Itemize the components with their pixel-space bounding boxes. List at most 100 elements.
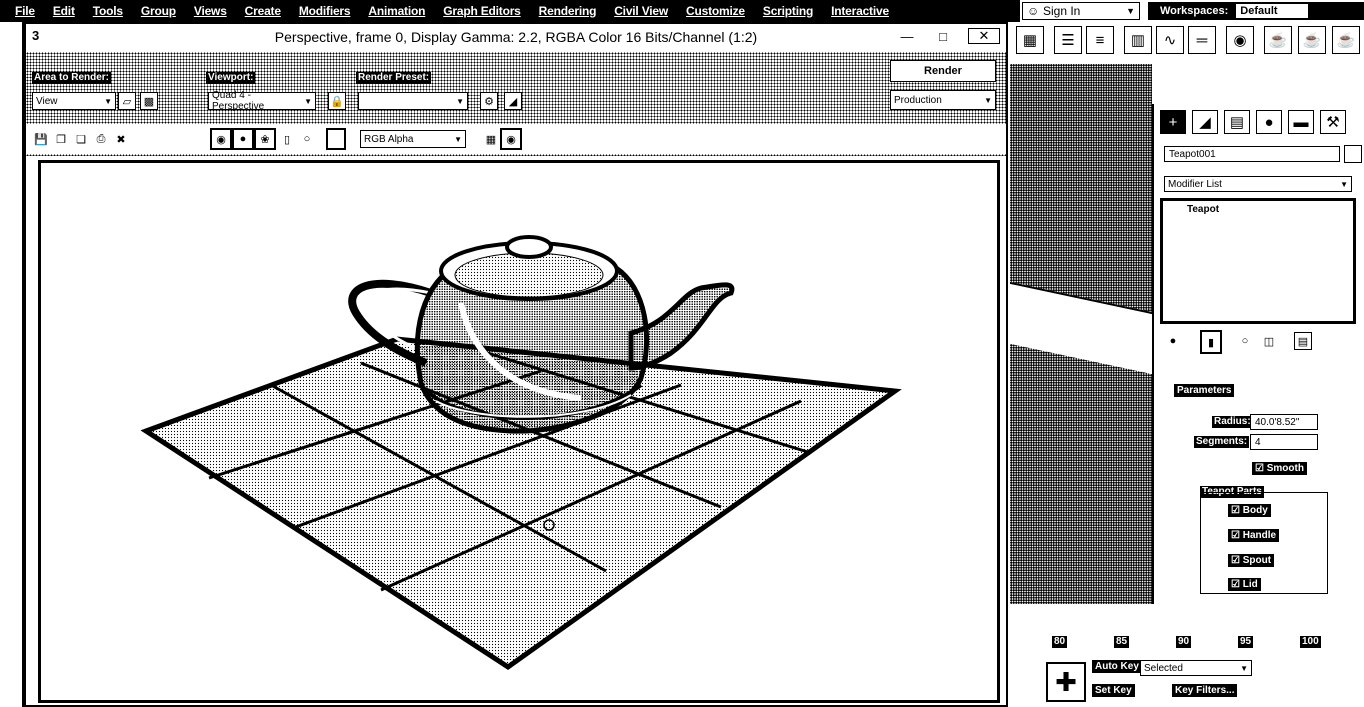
set-key-button[interactable]: Set Key: [1092, 684, 1135, 697]
menu-file[interactable]: File: [6, 4, 44, 18]
configure-sets-icon[interactable]: ▤: [1294, 332, 1312, 350]
window-title: Perspective, frame 0, Display Gamma: 2.2…: [274, 29, 758, 45]
auto-region-icon[interactable]: ▩: [140, 92, 158, 110]
select-link-icon[interactable]: ▦: [1016, 26, 1044, 54]
render-production-icon[interactable]: ☕: [1332, 26, 1360, 54]
stack-item-teapot[interactable]: Teapot: [1167, 203, 1347, 217]
alpha-channel-icon[interactable]: ▯: [278, 130, 296, 148]
timeline-tick: 95: [1238, 636, 1254, 648]
render-controls-panel: Area to Render: View ▼ ▱ ▩ Viewport: Qua…: [26, 52, 1006, 156]
radius-spinner[interactable]: 40.0'8.52": [1250, 414, 1318, 430]
menu-edit[interactable]: Edit: [44, 4, 84, 18]
modify-tab-icon[interactable]: ◢: [1192, 110, 1218, 134]
blue-channel-icon[interactable]: ❀: [254, 128, 276, 150]
motion-tab-icon[interactable]: ●: [1256, 110, 1282, 134]
body-checkbox[interactable]: ☑ Body: [1228, 504, 1271, 517]
copy-image-icon[interactable]: ❐: [52, 130, 70, 148]
key-mode-plus-icon[interactable]: ✚: [1046, 662, 1086, 702]
area-to-render-dropdown[interactable]: View ▼: [32, 92, 116, 110]
render-setup-icon[interactable]: ⚙: [480, 92, 498, 110]
clone-window-icon[interactable]: ❏: [72, 130, 90, 148]
ribbon-icon[interactable]: ▥: [1124, 26, 1152, 54]
menu-graph-editors[interactable]: Graph Editors: [434, 4, 529, 18]
material-editor-icon[interactable]: ◉: [1226, 26, 1254, 54]
menu-tools[interactable]: Tools: [84, 4, 132, 18]
selected-value: Selected: [1144, 662, 1183, 674]
production-dropdown[interactable]: Production ▼: [890, 90, 996, 110]
sign-in-dropdown[interactable]: ☺ Sign In ▼: [1022, 2, 1140, 20]
channel-value: RGB Alpha: [364, 133, 414, 145]
menu-modifiers[interactable]: Modifiers: [290, 4, 360, 18]
layer-list-icon[interactable]: ☰: [1054, 26, 1082, 54]
segments-spinner[interactable]: 4: [1250, 434, 1318, 450]
parameters-rollout-title: Parameters: [1174, 384, 1235, 397]
dope-sheet-icon[interactable]: ═: [1188, 26, 1216, 54]
menu-interactive[interactable]: Interactive: [822, 4, 898, 18]
command-panel: + ◢ ▤ ● ▬ ⚒ Teapot001 Modifier List ▼ Te…: [1152, 104, 1364, 604]
close-button[interactable]: ✕: [968, 28, 1000, 44]
print-image-icon[interactable]: ⎙: [92, 130, 110, 148]
key-filters-button[interactable]: Key Filters...: [1172, 684, 1238, 697]
swatch-icon[interactable]: [326, 128, 346, 150]
timeline-area: 80 85 90 95 100 ✚ Auto Key Set Key Selec…: [1010, 604, 1364, 707]
minimize-button[interactable]: —: [896, 29, 918, 44]
remove-modifier-icon[interactable]: ◫: [1260, 332, 1278, 350]
teapot-knob: [505, 235, 553, 259]
menu-scripting[interactable]: Scripting: [754, 4, 822, 18]
lock-viewport-icon[interactable]: 🔒: [328, 92, 346, 110]
channel-dropdown[interactable]: RGB Alpha ▼: [360, 130, 466, 148]
red-channel-icon[interactable]: ◉: [210, 128, 232, 150]
left-toolbar-strip: [0, 22, 24, 707]
rendered-frame-icon[interactable]: ☕: [1298, 26, 1326, 54]
lid-checkbox[interactable]: ☑ Lid: [1228, 578, 1261, 591]
render-preset-dropdown[interactable]: ▼: [358, 92, 468, 110]
hierarchy-tab-icon[interactable]: ▤: [1224, 110, 1250, 134]
make-unique-icon[interactable]: ○: [1236, 332, 1254, 350]
modifier-list-dropdown[interactable]: Modifier List ▼: [1164, 176, 1352, 192]
radius-value: 40.0'8.52": [1255, 416, 1300, 428]
rendered-frame-window: 3 Perspective, frame 0, Display Gamma: 2…: [24, 22, 1008, 707]
display-tab-icon[interactable]: ▬: [1288, 110, 1314, 134]
scene-explorer-icon[interactable]: ≡: [1086, 26, 1114, 54]
save-image-icon[interactable]: 💾: [32, 130, 50, 148]
viewport-dropdown[interactable]: Quad 4 - Perspective ▼: [208, 90, 316, 112]
render-button[interactable]: Render: [890, 60, 996, 82]
smooth-checkbox[interactable]: ☑ Smooth: [1252, 462, 1307, 475]
key-selection-dropdown[interactable]: Selected ▼: [1140, 660, 1252, 676]
handle-checkbox[interactable]: ☑ Handle: [1228, 529, 1280, 542]
render-toolbar-row: 💾 ❐ ❏ ⎙ ✖ ◉ ● ❀ ▯ ○ RGB Alpha ▼ ▦ ◉: [26, 124, 1006, 154]
edit-region-icon[interactable]: ▱: [118, 92, 136, 110]
viewport-value: Quad 4 - Perspective: [212, 90, 265, 112]
clear-image-icon[interactable]: ✖: [112, 130, 130, 148]
curve-editor-icon[interactable]: ∿: [1156, 26, 1184, 54]
toggle-ui-overlay-icon[interactable]: ▦: [482, 130, 500, 148]
object-name: Teapot001: [1169, 148, 1216, 160]
pin-stack-icon[interactable]: ●: [1164, 332, 1182, 350]
menu-civil-view[interactable]: Civil View: [605, 4, 677, 18]
utilities-tab-icon[interactable]: ⚒: [1320, 110, 1346, 134]
render-preset-label: Render Preset:: [356, 72, 432, 84]
menu-animation[interactable]: Animation: [359, 4, 434, 18]
maximize-button[interactable]: □: [932, 29, 954, 44]
show-end-result-icon[interactable]: ▮: [1200, 330, 1222, 354]
chevron-down-icon: ▼: [1340, 179, 1348, 189]
auto-key-button[interactable]: Auto Key: [1092, 660, 1142, 673]
segments-label: Segments:: [1194, 436, 1250, 448]
menu-views[interactable]: Views: [185, 4, 236, 18]
menu-group[interactable]: Group: [132, 4, 185, 18]
toggle-ui-icon[interactable]: ◉: [500, 128, 522, 150]
parameters-rollout-header[interactable]: Parameters: [1164, 384, 1344, 398]
green-channel-icon[interactable]: ●: [232, 128, 254, 150]
app-logo-icon: 3: [32, 28, 40, 43]
menu-rendering[interactable]: Rendering: [530, 4, 606, 18]
create-tab-icon[interactable]: +: [1160, 110, 1186, 134]
render-setup-icon[interactable]: ☕: [1264, 26, 1292, 54]
environment-effects-icon[interactable]: ◢: [504, 92, 522, 110]
spout-checkbox[interactable]: ☑ Spout: [1228, 554, 1275, 567]
workspaces-selector[interactable]: Workspaces: Default: [1148, 2, 1364, 20]
monochrome-icon[interactable]: ○: [298, 130, 316, 148]
object-color-swatch[interactable]: [1344, 145, 1362, 163]
menu-create[interactable]: Create: [236, 4, 290, 18]
object-name-field[interactable]: Teapot001: [1164, 146, 1340, 162]
menu-customize[interactable]: Customize: [677, 4, 754, 18]
